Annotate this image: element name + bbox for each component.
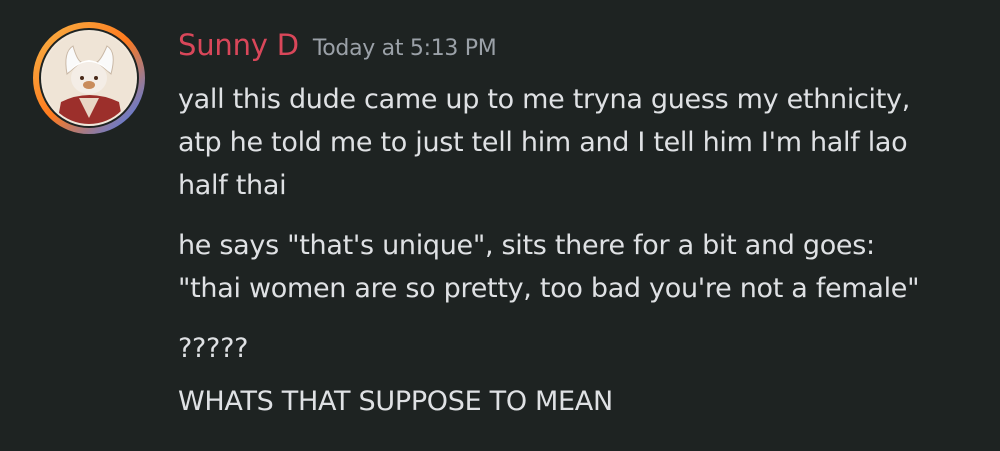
timestamp[interactable]: Today at 5:13 PM: [313, 36, 497, 61]
message-line: ?????: [178, 333, 249, 364]
message-line: yall this dude came up to me tryna guess…: [178, 84, 911, 115]
message-line: atp he told me to just tell him and I te…: [178, 127, 908, 158]
avatar-icon: [33, 22, 145, 134]
username[interactable]: Sunny D: [178, 28, 299, 62]
avatar[interactable]: [33, 22, 145, 134]
message-line: WHATS THAT SUPPOSE TO MEAN: [178, 386, 613, 417]
message-header: Sunny D Today at 5:13 PM: [178, 28, 497, 74]
message-line: "thai women are so pretty, too bad you'r…: [178, 273, 920, 304]
message-line: he says "that's unique", sits there for …: [178, 230, 875, 261]
chat-message: Sunny D Today at 5:13 PM yall this dude c…: [0, 0, 1000, 451]
message-line: half thai: [178, 170, 287, 201]
